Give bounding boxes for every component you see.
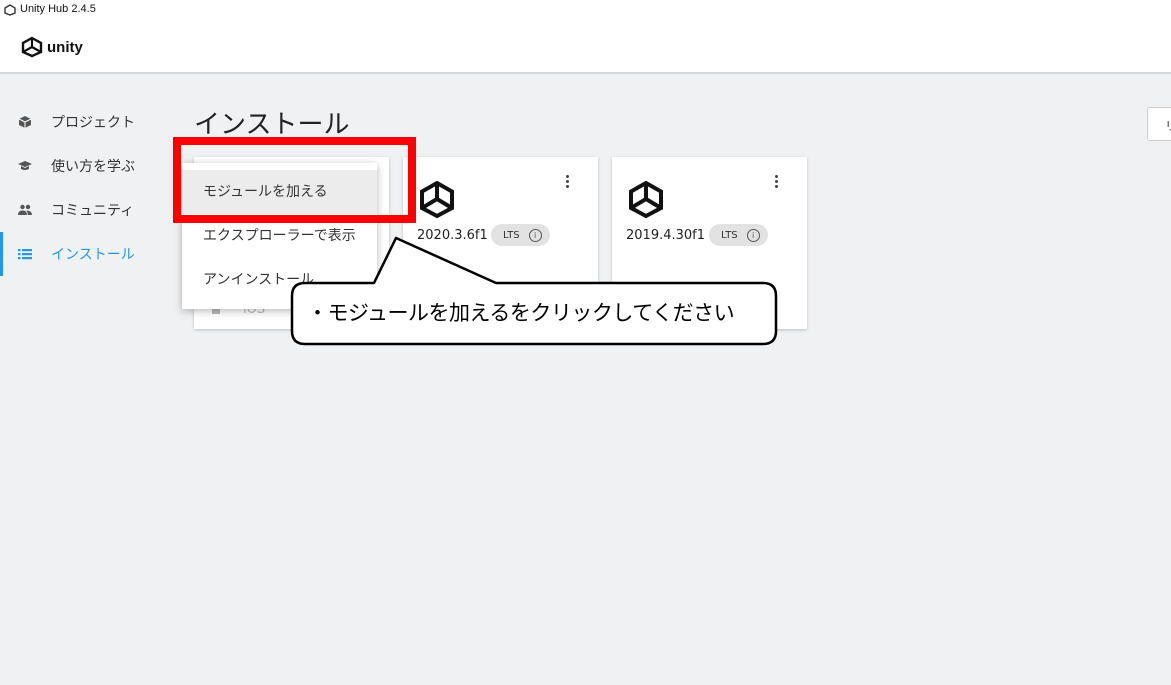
unity-logo-icon bbox=[629, 180, 663, 219]
editor-version: 2019.4.30f1 bbox=[626, 228, 706, 243]
list-icon bbox=[18, 249, 32, 260]
logo-text: unity bbox=[47, 38, 83, 56]
window-titlebar: Unity Hub 2.4.5 bbox=[0, 0, 1171, 20]
menu-item-show-in-explorer[interactable]: エクスプローラーで表示 bbox=[182, 214, 377, 258]
sidebar-item-learn[interactable]: 使い方を学ぶ bbox=[0, 144, 170, 188]
lts-badge-label: LTS bbox=[721, 229, 738, 241]
callout-text: ・モジュールを加えるをクリックしてください bbox=[307, 301, 735, 325]
window-title: Unity Hub 2.4.5 bbox=[20, 3, 96, 15]
locate-button[interactable]: リ bbox=[1147, 107, 1171, 141]
sidebar: プロジェクト 使い方を学ぶ コミュニティ インストール bbox=[0, 100, 170, 276]
unity-logo-icon bbox=[21, 36, 43, 58]
lts-badge: LTS i bbox=[709, 224, 768, 246]
graduation-cap-icon bbox=[18, 161, 32, 170]
context-menu: モジュールを加える エクスプローラーで表示 アンインストール bbox=[182, 163, 377, 309]
sidebar-item-installs[interactable]: インストール bbox=[0, 232, 170, 276]
app-header: unity bbox=[0, 20, 1171, 74]
unity-logo-icon bbox=[420, 180, 454, 219]
sidebar-item-label: 使い方を学ぶ bbox=[51, 159, 135, 175]
info-icon[interactable]: i bbox=[528, 228, 542, 242]
sidebar-item-label: インストール bbox=[51, 247, 135, 263]
callout-bubble bbox=[290, 236, 778, 346]
sidebar-item-label: プロジェクト bbox=[51, 115, 135, 131]
cube-icon bbox=[18, 116, 32, 128]
lts-badge-label: LTS bbox=[503, 229, 520, 241]
lts-badge: LTS i bbox=[491, 224, 550, 246]
more-options-icon[interactable] bbox=[775, 175, 779, 191]
unity-app-icon bbox=[4, 4, 16, 16]
sidebar-item-community[interactable]: コミュニティ bbox=[0, 188, 170, 232]
sidebar-item-label: コミュニティ bbox=[51, 203, 135, 219]
menu-item-uninstall[interactable]: アンインストール bbox=[182, 258, 377, 302]
info-icon[interactable]: i bbox=[746, 228, 760, 242]
more-options-icon[interactable] bbox=[566, 175, 570, 191]
people-icon bbox=[18, 204, 32, 215]
editor-version: 2020.3.6f1 bbox=[417, 228, 488, 243]
sidebar-item-projects[interactable]: プロジェクト bbox=[0, 100, 170, 144]
page-title: インストール bbox=[194, 110, 350, 140]
menu-item-add-modules[interactable]: モジュールを加える bbox=[182, 170, 377, 214]
unity-logo: unity bbox=[20, 36, 83, 58]
